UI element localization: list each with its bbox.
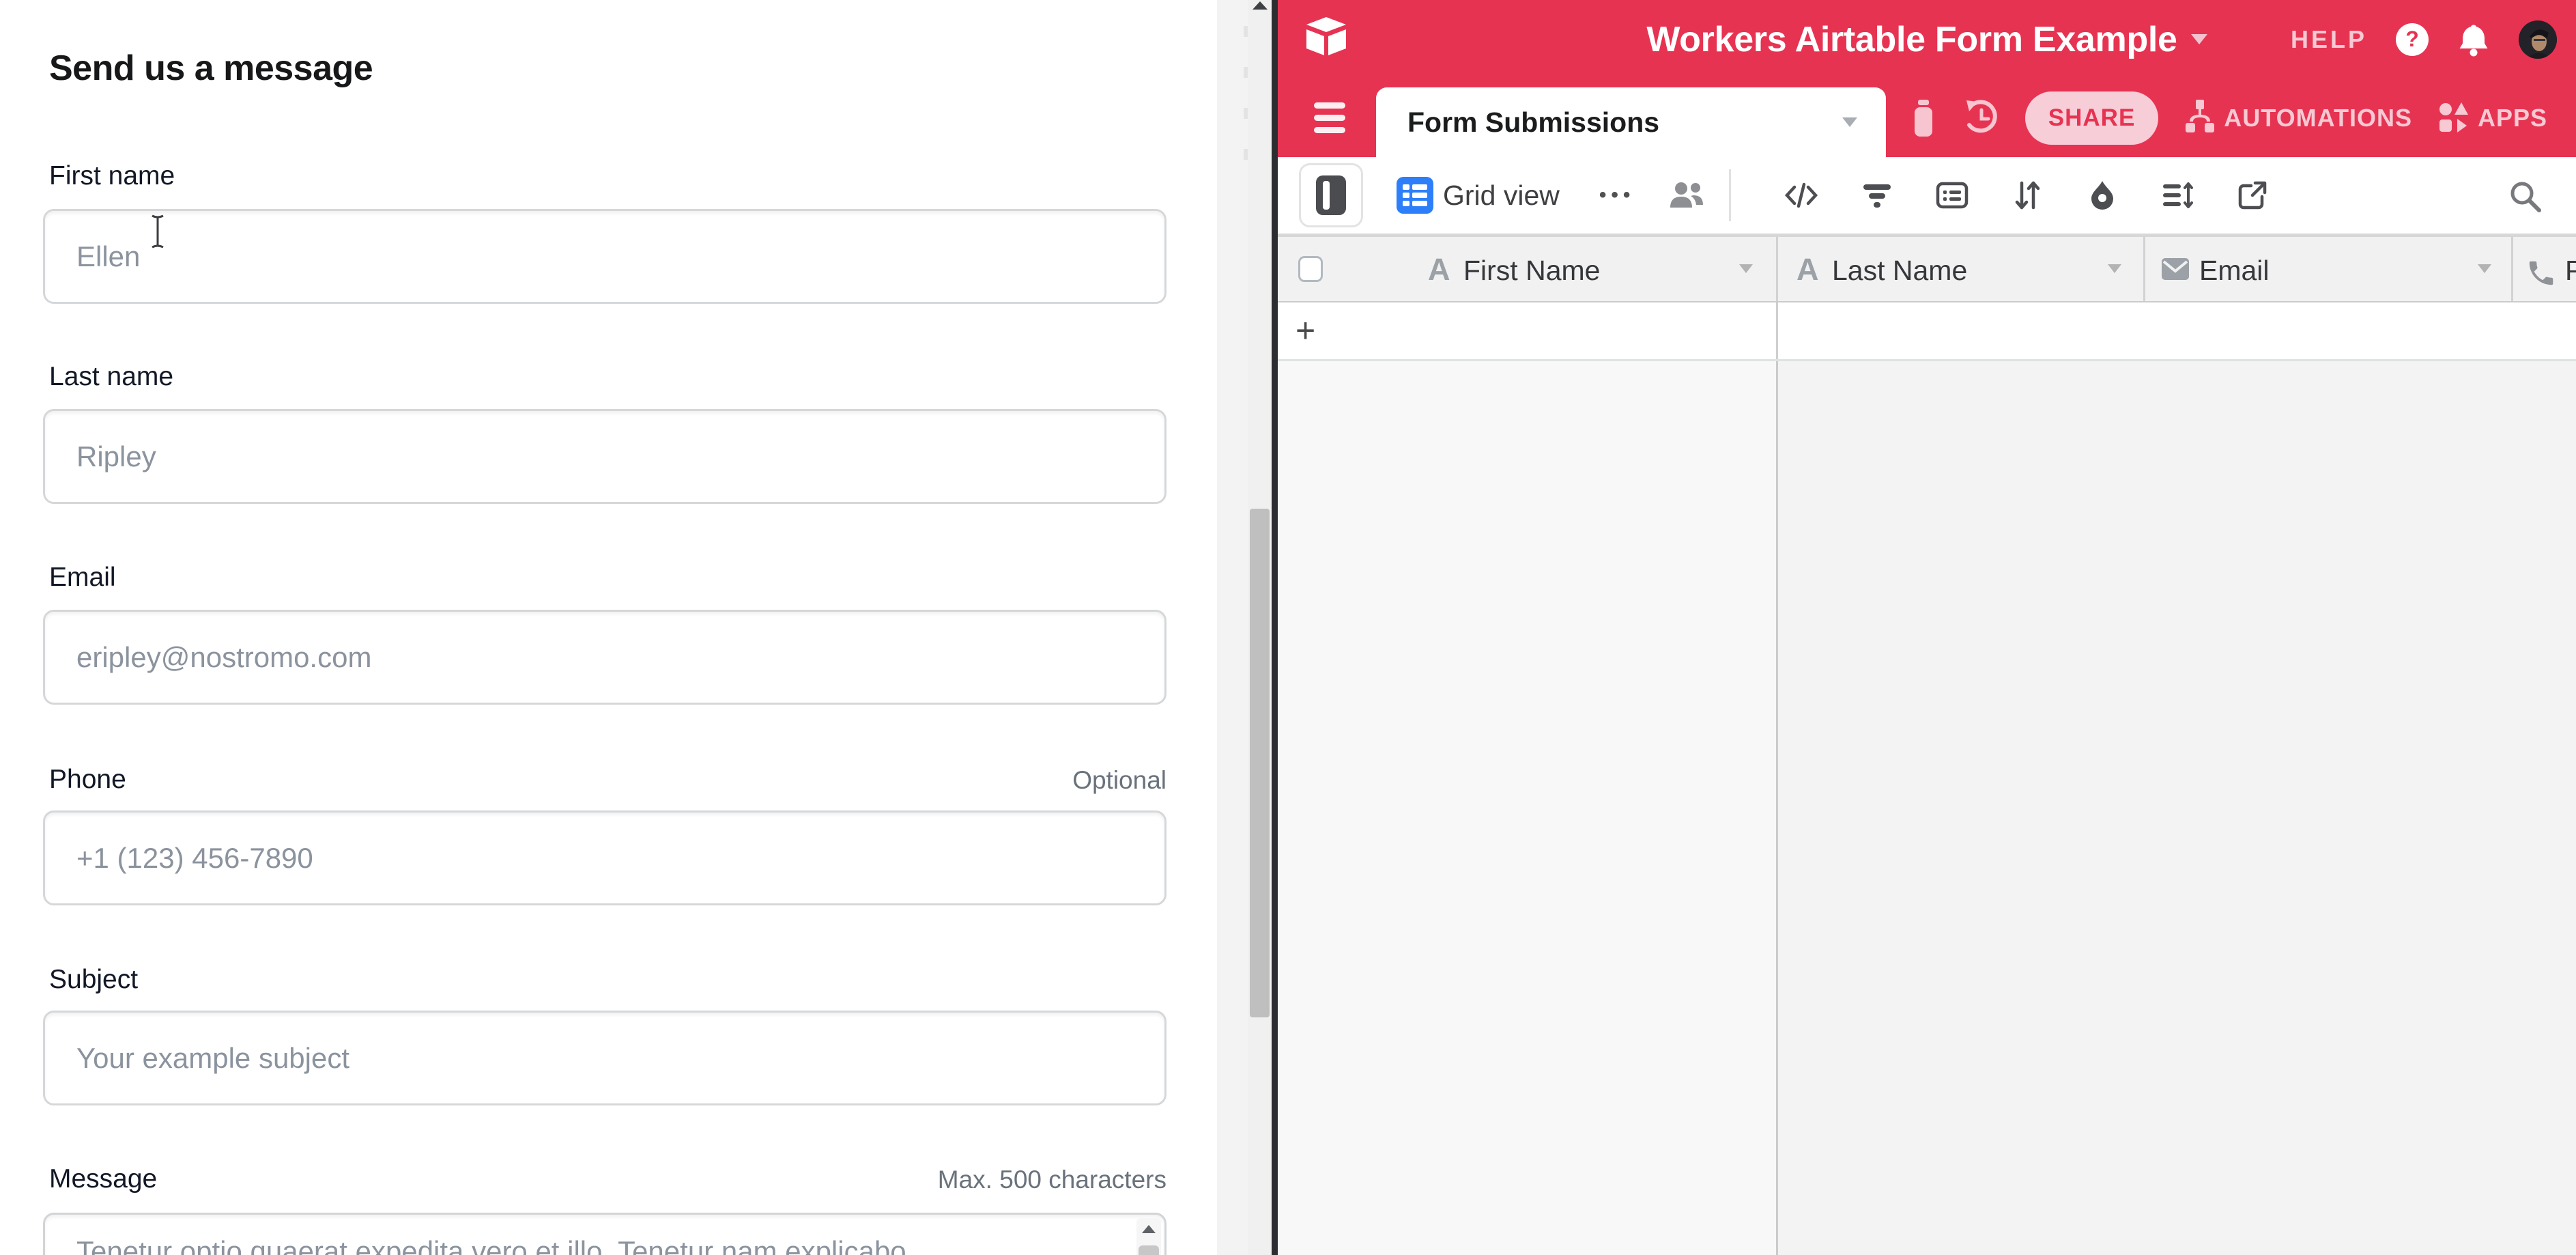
subject-label: Subject xyxy=(49,965,138,995)
text-field-type-icon: A xyxy=(1797,252,1819,287)
apps-icon xyxy=(2438,101,2470,135)
column-menu-caret-icon[interactable] xyxy=(2108,264,2121,273)
message-scrollbar[interactable] xyxy=(1136,1218,1161,1255)
view-options-ellipsis-button[interactable]: ••• xyxy=(1599,184,1635,207)
contact-form-pane: Send us a message First name Last name E… xyxy=(0,0,1217,1255)
automations-button[interactable]: AUTOMATIONS xyxy=(2184,98,2412,138)
sort-icon[interactable] xyxy=(2011,179,2044,212)
share-button[interactable]: SHARE xyxy=(2025,91,2159,145)
last-name-label: Last name xyxy=(49,362,173,392)
trash-icon[interactable] xyxy=(1909,98,1938,138)
column-menu-caret-icon[interactable] xyxy=(1739,264,1753,273)
message-textarea[interactable]: Tenetur optio quaerat expedita vero et i… xyxy=(43,1213,1167,1255)
select-all-checkbox[interactable] xyxy=(1298,256,1323,282)
message-max-hint: Max. 500 characters xyxy=(43,1166,1167,1194)
user-avatar[interactable] xyxy=(2519,20,2557,59)
search-icon[interactable] xyxy=(2508,179,2542,213)
grid-empty-area xyxy=(1778,361,2576,1255)
phone-optional-hint: Optional xyxy=(43,766,1167,795)
view-name-label[interactable]: Grid view xyxy=(1443,180,1560,212)
column-divider[interactable] xyxy=(2143,237,2145,301)
column-divider[interactable] xyxy=(2511,237,2513,301)
filter-icon[interactable] xyxy=(1861,179,1893,212)
form-title: Send us a message xyxy=(49,48,373,89)
add-row-plus-icon[interactable]: + xyxy=(1296,311,1315,350)
window-split-divider xyxy=(1272,0,1278,1255)
text-field-type-icon: A xyxy=(1428,252,1450,287)
color-icon[interactable] xyxy=(2086,179,2119,212)
text-cursor-icon xyxy=(149,214,167,249)
group-icon[interactable] xyxy=(1936,179,1969,212)
column-header-first-name[interactable]: First Name xyxy=(1463,255,1600,287)
collaborators-icon[interactable] xyxy=(1668,180,1706,210)
automations-icon xyxy=(2184,98,2216,138)
last-name-input[interactable] xyxy=(43,409,1167,504)
page-scrollbar-thumb[interactable] xyxy=(1250,509,1270,1017)
table-tab-caret-icon[interactable] xyxy=(1842,117,1857,127)
sidebar-toggle-icon xyxy=(1316,175,1346,215)
email-label: Email xyxy=(49,563,116,593)
column-divider xyxy=(1776,361,1778,1255)
share-view-icon[interactable] xyxy=(2236,179,2269,212)
toolbar-divider xyxy=(1729,169,1731,221)
first-name-label: First name xyxy=(49,161,175,191)
column-header-phone[interactable]: Phone xyxy=(2565,255,2576,287)
message-placeholder-text: Tenetur optio quaerat expedita vero et i… xyxy=(76,1230,1103,1255)
scroll-up-arrow-icon[interactable] xyxy=(1142,1225,1156,1233)
add-row[interactable]: + xyxy=(1278,302,2576,361)
view-toolbar: Grid view ••• xyxy=(1278,157,2576,236)
page-scrollbar-track[interactable] xyxy=(1248,0,1272,1255)
scrollbar-up-arrow-icon[interactable] xyxy=(1253,1,1268,10)
hide-fields-icon[interactable] xyxy=(1784,179,1818,212)
row-height-icon[interactable] xyxy=(2161,179,2194,212)
table-tab-label: Form Submissions xyxy=(1407,107,1659,139)
column-divider[interactable] xyxy=(1776,237,1778,301)
phone-input[interactable] xyxy=(43,810,1167,905)
airtable-pane: Workers Airtable Form Example HELP ? xyxy=(1278,0,2576,1255)
grid-view-icon[interactable] xyxy=(1397,177,1433,214)
table-tab-form-submissions[interactable]: Form Submissions xyxy=(1376,87,1886,157)
first-name-input[interactable] xyxy=(43,209,1167,304)
page-scrollbar-gutter xyxy=(1217,0,1272,1255)
apps-button[interactable]: APPS xyxy=(2438,101,2547,135)
table-tabs-bar: Form Submissions SHARE xyxy=(1278,79,2576,157)
column-menu-caret-icon[interactable] xyxy=(2478,264,2491,273)
column-divider xyxy=(1776,302,1778,359)
help-button[interactable]: HELP xyxy=(2291,25,2367,54)
email-field-type-icon xyxy=(2161,257,2190,281)
help-question-icon[interactable]: ? xyxy=(2396,23,2429,56)
sidebar-menu-button[interactable] xyxy=(1314,102,1345,133)
airtable-topbar: Workers Airtable Form Example HELP ? xyxy=(1278,0,2576,79)
base-title-caret-icon[interactable] xyxy=(2191,34,2207,44)
history-icon[interactable] xyxy=(1964,98,1999,139)
column-header-email[interactable]: Email xyxy=(2199,255,2270,287)
column-header-last-name[interactable]: Last Name xyxy=(1832,255,1967,287)
phone-field-type-icon xyxy=(2525,257,2557,289)
subject-input[interactable] xyxy=(43,1011,1167,1105)
notifications-bell-icon[interactable] xyxy=(2457,22,2490,57)
base-title[interactable]: Workers Airtable Form Example xyxy=(1646,19,2177,60)
message-scrollbar-thumb[interactable] xyxy=(1139,1245,1159,1255)
grid-empty-area-primary xyxy=(1278,361,1776,1255)
grid-header-row: A First Name A Last Name Email Phone xyxy=(1278,236,2576,302)
email-input[interactable] xyxy=(43,610,1167,705)
views-sidebar-toggle-button[interactable] xyxy=(1299,163,1363,227)
